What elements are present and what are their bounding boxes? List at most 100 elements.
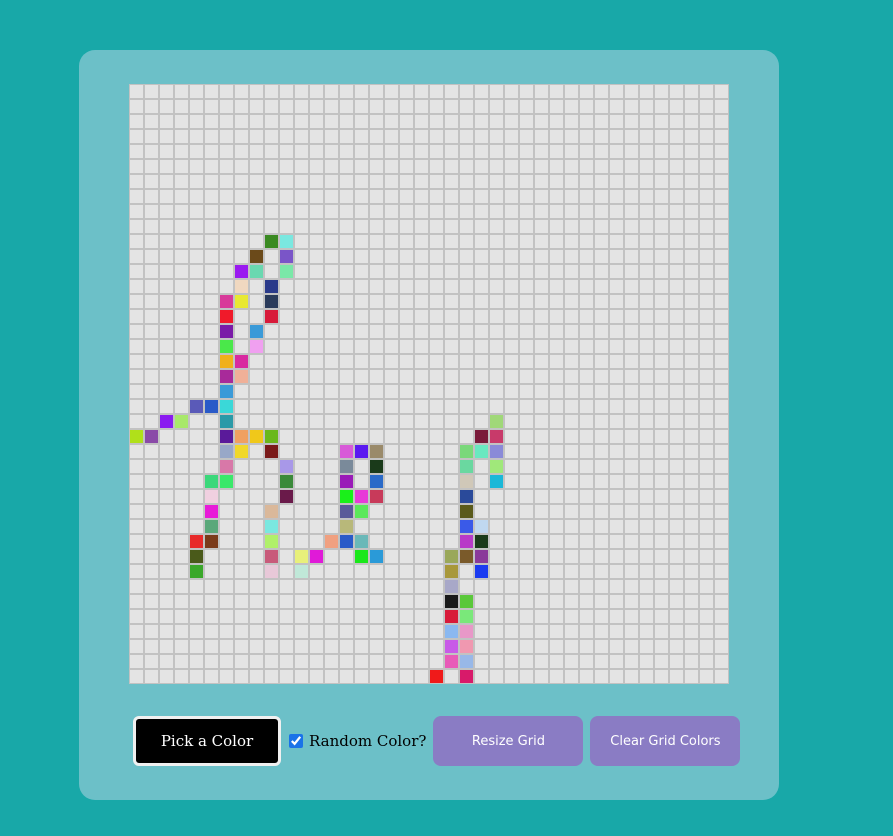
grid-cell[interactable]: [234, 474, 249, 489]
grid-cell[interactable]: [699, 429, 714, 444]
grid-cell[interactable]: [294, 159, 309, 174]
grid-cell[interactable]: [144, 339, 159, 354]
grid-cell[interactable]: [384, 609, 399, 624]
grid-cell[interactable]: [489, 429, 504, 444]
grid-cell[interactable]: [654, 294, 669, 309]
grid-cell[interactable]: [324, 99, 339, 114]
grid-cell[interactable]: [519, 339, 534, 354]
grid-cell[interactable]: [579, 504, 594, 519]
grid-cell[interactable]: [189, 279, 204, 294]
grid-cell[interactable]: [504, 114, 519, 129]
grid-cell[interactable]: [354, 219, 369, 234]
grid-cell[interactable]: [399, 174, 414, 189]
grid-cell[interactable]: [234, 174, 249, 189]
grid-cell[interactable]: [594, 384, 609, 399]
grid-cell[interactable]: [354, 234, 369, 249]
grid-cell[interactable]: [159, 234, 174, 249]
grid-cell[interactable]: [534, 249, 549, 264]
grid-cell[interactable]: [414, 129, 429, 144]
grid-cell[interactable]: [594, 324, 609, 339]
grid-cell[interactable]: [279, 609, 294, 624]
grid-cell[interactable]: [444, 609, 459, 624]
grid-cell[interactable]: [264, 309, 279, 324]
grid-cell[interactable]: [129, 144, 144, 159]
grid-cell[interactable]: [279, 129, 294, 144]
grid-cell[interactable]: [624, 129, 639, 144]
grid-cell[interactable]: [219, 354, 234, 369]
grid-cell[interactable]: [504, 609, 519, 624]
grid-cell[interactable]: [279, 399, 294, 414]
grid-cell[interactable]: [369, 159, 384, 174]
grid-cell[interactable]: [249, 639, 264, 654]
grid-cell[interactable]: [444, 84, 459, 99]
grid-cell[interactable]: [354, 309, 369, 324]
grid-cell[interactable]: [684, 174, 699, 189]
grid-cell[interactable]: [654, 324, 669, 339]
grid-cell[interactable]: [654, 399, 669, 414]
grid-cell[interactable]: [174, 369, 189, 384]
grid-cell[interactable]: [474, 339, 489, 354]
grid-cell[interactable]: [639, 339, 654, 354]
grid-cell[interactable]: [399, 654, 414, 669]
grid-cell[interactable]: [264, 414, 279, 429]
grid-cell[interactable]: [204, 579, 219, 594]
grid-cell[interactable]: [624, 489, 639, 504]
grid-cell[interactable]: [399, 504, 414, 519]
grid-cell[interactable]: [204, 99, 219, 114]
grid-cell[interactable]: [324, 234, 339, 249]
grid-cell[interactable]: [714, 669, 729, 684]
grid-cell[interactable]: [714, 474, 729, 489]
grid-cell[interactable]: [594, 369, 609, 384]
grid-cell[interactable]: [279, 114, 294, 129]
grid-cell[interactable]: [159, 264, 174, 279]
grid-cell[interactable]: [279, 579, 294, 594]
grid-cell[interactable]: [429, 564, 444, 579]
grid-cell[interactable]: [294, 99, 309, 114]
grid-cell[interactable]: [639, 264, 654, 279]
grid-cell[interactable]: [519, 474, 534, 489]
grid-cell[interactable]: [684, 144, 699, 159]
grid-cell[interactable]: [474, 399, 489, 414]
grid-cell[interactable]: [534, 294, 549, 309]
grid-cell[interactable]: [399, 519, 414, 534]
grid-cell[interactable]: [324, 129, 339, 144]
grid-cell[interactable]: [714, 204, 729, 219]
grid-cell[interactable]: [294, 639, 309, 654]
grid-cell[interactable]: [489, 324, 504, 339]
grid-cell[interactable]: [459, 144, 474, 159]
grid-cell[interactable]: [504, 354, 519, 369]
grid-cell[interactable]: [414, 474, 429, 489]
grid-cell[interactable]: [384, 354, 399, 369]
grid-cell[interactable]: [549, 474, 564, 489]
grid-cell[interactable]: [639, 84, 654, 99]
grid-cell[interactable]: [504, 654, 519, 669]
grid-cell[interactable]: [489, 459, 504, 474]
grid-cell[interactable]: [519, 189, 534, 204]
grid-cell[interactable]: [279, 594, 294, 609]
grid-cell[interactable]: [624, 219, 639, 234]
grid-cell[interactable]: [504, 174, 519, 189]
grid-cell[interactable]: [459, 189, 474, 204]
grid-cell[interactable]: [624, 234, 639, 249]
grid-cell[interactable]: [624, 114, 639, 129]
grid-cell[interactable]: [474, 234, 489, 249]
grid-cell[interactable]: [714, 384, 729, 399]
grid-cell[interactable]: [129, 549, 144, 564]
grid-cell[interactable]: [309, 594, 324, 609]
grid-cell[interactable]: [384, 459, 399, 474]
grid-cell[interactable]: [219, 234, 234, 249]
grid-cell[interactable]: [234, 339, 249, 354]
grid-cell[interactable]: [234, 579, 249, 594]
grid-cell[interactable]: [459, 549, 474, 564]
grid-cell[interactable]: [384, 309, 399, 324]
grid-cell[interactable]: [714, 174, 729, 189]
grid-cell[interactable]: [489, 159, 504, 174]
grid-cell[interactable]: [444, 429, 459, 444]
grid-cell[interactable]: [609, 399, 624, 414]
grid-cell[interactable]: [534, 534, 549, 549]
grid-cell[interactable]: [279, 264, 294, 279]
grid-cell[interactable]: [624, 504, 639, 519]
grid-cell[interactable]: [294, 654, 309, 669]
grid-cell[interactable]: [699, 219, 714, 234]
grid-cell[interactable]: [429, 489, 444, 504]
